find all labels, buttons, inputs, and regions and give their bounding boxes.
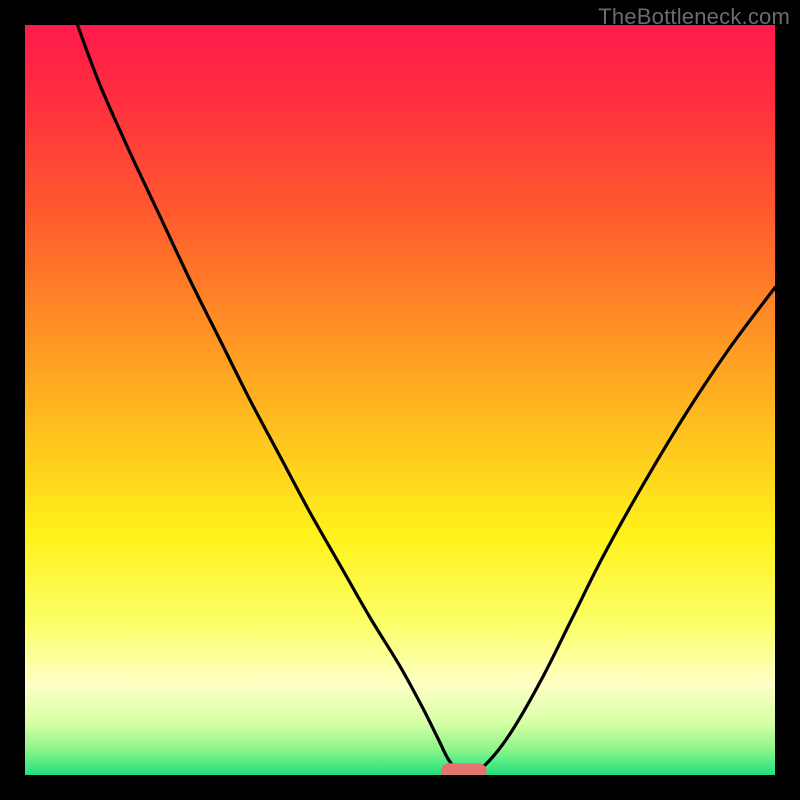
- bottleneck-plot: [25, 25, 775, 775]
- chart-frame: TheBottleneck.com: [0, 0, 800, 800]
- plot-svg: [25, 25, 775, 775]
- gradient-background: [25, 25, 775, 775]
- optimal-marker: [441, 764, 486, 775]
